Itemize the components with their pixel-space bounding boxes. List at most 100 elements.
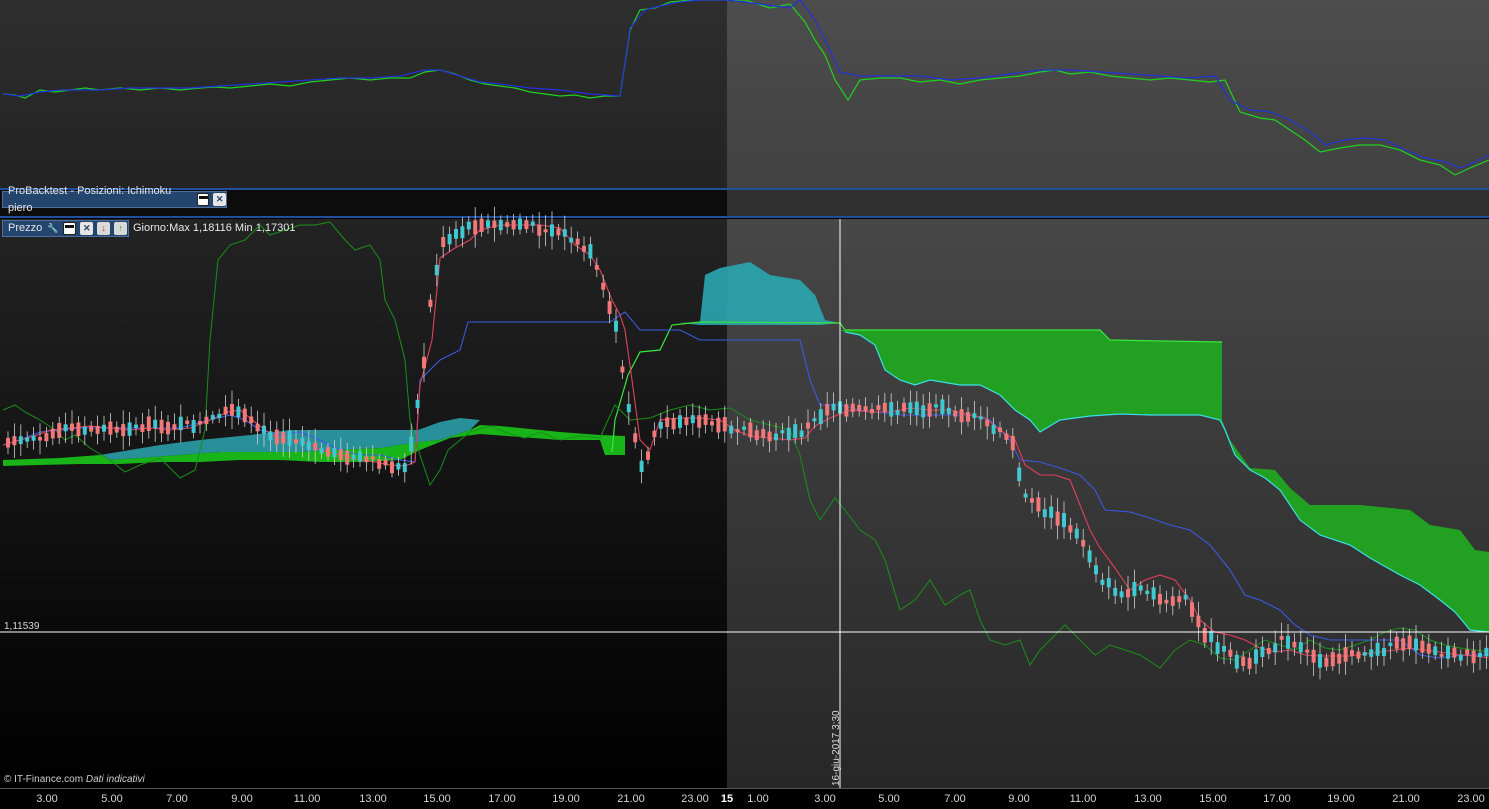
candle-body [1279,636,1284,640]
time-axis[interactable]: 3.00 5.00 7.00 9.00 11.00 13.00 15.00 17.00 19.0… [0,788,1489,809]
arrow-down-icon[interactable]: ↓ [97,222,111,235]
candle-body [1254,649,1258,664]
arrow-up-icon[interactable]: ↑ [114,222,128,235]
candle-body [1382,647,1386,657]
candle-body [441,237,446,248]
candle-body [902,402,906,412]
candle-body [1433,646,1438,656]
wrench-icon[interactable]: 🔧 [46,222,59,235]
candle-body [31,435,36,441]
candle-body [1113,587,1118,596]
candle-body [114,426,119,433]
candle-body [95,425,100,434]
candle-body [1388,642,1393,647]
candle-body [6,437,10,448]
time-axis-tick: 17.00 [488,793,516,805]
candle-body [1202,627,1207,643]
probacktest-tab[interactable]: ProBacktest - Posizioni: Ichimoku piero … [2,185,227,214]
candle-body [550,224,554,237]
candle-body [89,425,94,432]
candle-body [1036,497,1041,512]
candle-body [191,419,196,433]
time-axis-tick: 13.00 [359,793,387,805]
candle-body [953,410,958,417]
disclaimer-text: Dati indicativi [85,774,145,785]
candle-body [1164,599,1169,604]
candle-body [607,301,612,314]
candle-body [972,413,977,418]
candle-body [895,410,900,415]
candle-body [735,429,740,433]
time-axis-tick: 23.00 [681,793,709,805]
window-icon[interactable] [63,222,77,235]
candle-body [204,416,209,425]
candle-body [134,424,138,428]
candle-body [658,421,663,429]
candle-body [742,426,746,430]
equity-line-green [2,0,1489,176]
candle-body [370,456,375,460]
candle-body [569,237,574,243]
close-icon[interactable]: ✕ [213,193,226,206]
candle-body [1145,590,1150,595]
candle-body [44,432,49,442]
candle-body [166,421,170,435]
candle-body [671,417,676,430]
candle-body [428,299,433,307]
candle-body [140,424,145,432]
candle-body [710,421,714,426]
crosshair-date-label: 16-giu-2017 3:30 [831,710,842,786]
candle-body [1234,654,1239,669]
candle-body [1190,602,1194,617]
candle-body [121,423,126,437]
candle-body [1298,642,1303,653]
candle-body [447,234,452,245]
candle-body [249,416,254,424]
candle-body [1151,587,1156,600]
candle-body [582,245,586,252]
window-icon[interactable] [196,193,210,206]
candle-body [806,422,810,429]
time-axis-tick: 7.00 [166,793,188,805]
candle-body [1407,635,1412,650]
candle-body [1260,646,1265,657]
candle-body [313,442,318,451]
candle-body [646,451,650,460]
candle-body [754,430,759,441]
kijun-sen-line [2,311,1489,659]
time-axis-tick: 15.00 [1199,793,1227,805]
candle-body [537,224,542,236]
candle-body [524,220,529,230]
candle-body [402,463,407,473]
candle-body [1446,646,1450,659]
time-axis-tick: 15 [720,793,734,805]
candle-body [946,407,951,415]
candle-body [18,436,23,445]
candle-body [70,423,74,431]
time-axis-tick: 9.00 [231,793,253,805]
candle-body [1414,638,1418,651]
candle-body [1094,565,1098,575]
candle-body [1401,638,1406,651]
candle-body [268,431,273,441]
prezzo-tab[interactable]: Prezzo 🔧 ✕ ↓ ↑ [2,220,129,237]
candle-body [76,422,81,437]
candle-body [1017,467,1022,482]
candle-body [332,447,337,458]
chart-canvas[interactable] [0,0,1489,809]
close-icon[interactable]: ✕ [80,222,94,235]
candle-body [1311,649,1316,663]
time-axis-tick: 7.00 [944,793,966,805]
prezzo-tab-title: Prezzo [8,222,43,234]
candle-body [978,416,983,420]
candle-body [1324,657,1329,667]
candle-body [274,429,279,445]
candle-body [479,218,484,232]
kumo-cloud-bear-right [680,262,840,325]
candle-body [1478,652,1482,658]
candle-body [985,419,990,427]
candle-body [1286,635,1290,649]
candle-body [1215,642,1220,654]
candle-body [255,423,260,432]
candle-body [793,424,798,438]
